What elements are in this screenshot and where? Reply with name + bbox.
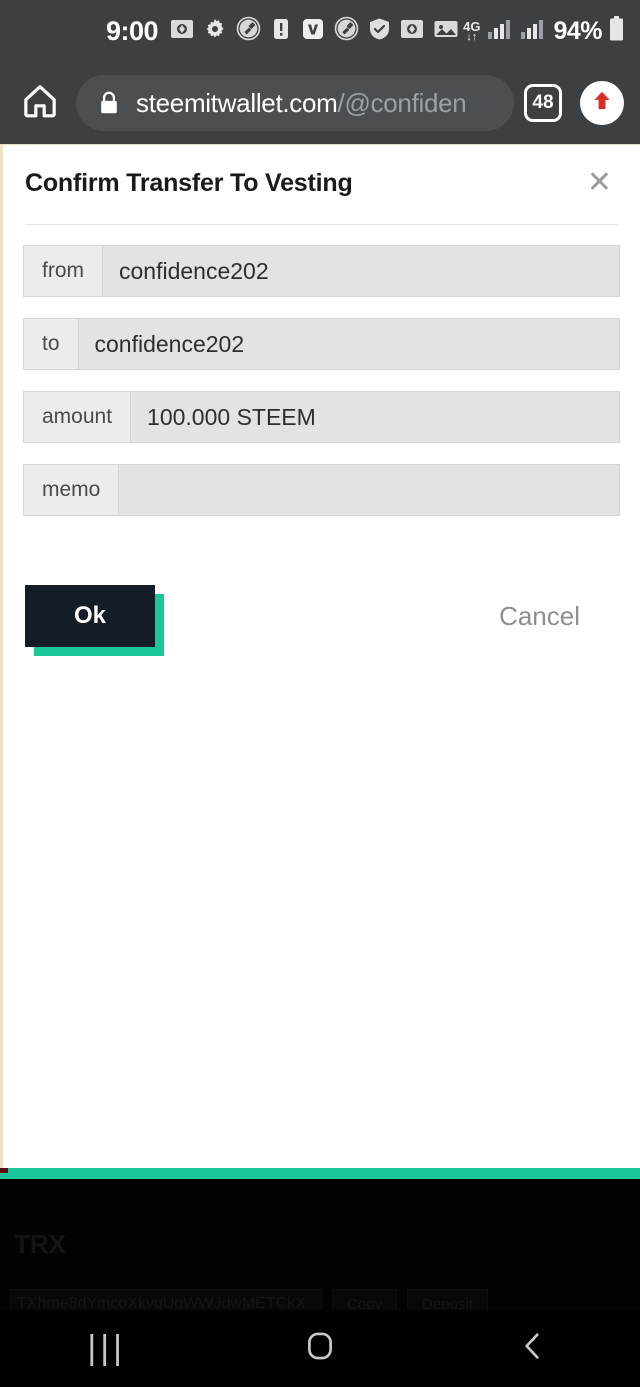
cleaner-brush-icon-2 (334, 16, 359, 46)
close-icon[interactable]: ✕ (581, 168, 618, 198)
status-bar-left: 9:00 (106, 16, 459, 47)
back-chevron-icon (516, 1329, 550, 1368)
field-label-to: to (24, 319, 79, 369)
field-label-amount: amount (24, 392, 132, 442)
field-row-to: to confidence202 (23, 318, 620, 370)
home-button[interactable] (14, 81, 66, 126)
browser-toolbar: steemitwallet.com/@confiden 48 (0, 62, 640, 144)
dialog-actions: Ok Cancel (3, 537, 640, 656)
cleaner-brush-icon (236, 16, 261, 46)
status-bar-right: 4G ↓↑ 94% (463, 15, 624, 47)
page-bottom-accent-bar (0, 1168, 640, 1179)
trx-deposit-button[interactable]: Deposit (407, 1289, 488, 1310)
web-page-content: Confirm Transfer To Vesting ✕ from confi… (0, 144, 640, 1168)
back-button[interactable] (473, 1310, 593, 1387)
screenshot-icon (170, 17, 194, 46)
home-button-nav[interactable] (260, 1310, 380, 1387)
upload-button[interactable] (580, 81, 624, 125)
trx-copy-button[interactable]: Copy (332, 1289, 398, 1310)
dialog-header: Confirm Transfer To Vesting ✕ (3, 145, 640, 198)
field-value-from: confidence202 (103, 246, 619, 296)
field-row-memo: memo (23, 464, 620, 516)
url-bar[interactable]: steemitwallet.com/@confiden (76, 75, 514, 131)
accent-red-marker (0, 1168, 8, 1173)
upload-arrow-icon (589, 88, 615, 119)
network-type-icon: 4G ↓↑ (463, 18, 481, 43)
screenshot-icon-2 (400, 17, 424, 46)
lock-icon (98, 90, 120, 116)
field-value-memo (119, 465, 619, 515)
ok-button-wrapper: Ok (25, 585, 164, 656)
home-square-icon (303, 1329, 337, 1368)
alert-exclamation-icon (270, 17, 292, 46)
trx-address-row: TXhme8dYmcoXkvqUgWWJdwMETCkX Copy Deposi… (10, 1289, 630, 1310)
status-time: 9:00 (106, 15, 159, 46)
url-path: /@confiden (337, 87, 467, 118)
recents-icon: ||| (87, 1329, 126, 1367)
gallery-image-icon (433, 17, 459, 46)
v-app-icon (301, 17, 325, 46)
background-page-strip: TRX TXhme8dYmcoXkvqUgWWJdwMETCkX Copy De… (0, 1179, 640, 1310)
cancel-button[interactable]: Cancel (499, 601, 618, 632)
url-domain: steemitwallet.com (136, 87, 338, 118)
signal-bars-icon-1 (487, 18, 513, 45)
field-value-amount: 100.000 STEEM (131, 392, 619, 442)
field-label-memo: memo (24, 465, 120, 515)
shield-check-icon (368, 17, 391, 46)
field-label-from: from (24, 246, 103, 296)
transfer-fields: from confidence202 to confidence202 amou… (3, 225, 640, 516)
phone-screen: 9:00 4G ↓↑ 94% steemitwallet.com/@confid… (0, 0, 640, 1387)
settings-gear-icon (203, 17, 227, 46)
trx-label: TRX (14, 1229, 66, 1259)
system-navigation-bar: ||| (0, 1310, 640, 1387)
tab-counter-button[interactable]: 48 (524, 84, 562, 122)
battery-percent: 94% (553, 16, 602, 45)
signal-bars-icon-2 (520, 18, 546, 45)
trx-address-field[interactable]: TXhme8dYmcoXkvqUgWWJdwMETCkX (10, 1289, 322, 1310)
url-text: steemitwallet.com/@confiden (136, 88, 466, 119)
recents-button[interactable]: ||| (47, 1310, 167, 1387)
status-bar: 9:00 4G ↓↑ 94% (0, 0, 640, 62)
field-value-to: confidence202 (78, 319, 619, 369)
battery-icon (609, 15, 624, 47)
field-row-amount: amount 100.000 STEEM (23, 391, 620, 443)
field-row-from: from confidence202 (23, 245, 620, 297)
ok-button[interactable]: Ok (25, 585, 155, 647)
dialog-title: Confirm Transfer To Vesting (25, 169, 353, 197)
home-icon (20, 81, 60, 126)
